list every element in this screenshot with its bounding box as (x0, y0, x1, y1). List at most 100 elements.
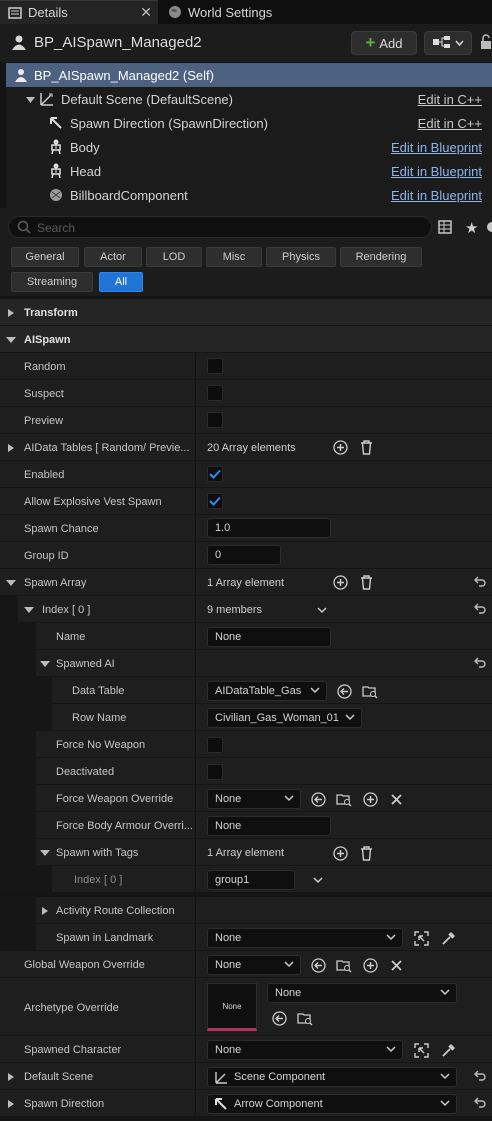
collapse-arrow-icon[interactable] (6, 578, 16, 588)
expand-arrow-icon[interactable] (6, 1072, 16, 1082)
expand-arrow-icon[interactable] (6, 1099, 16, 1109)
details-icon (8, 6, 22, 20)
row-name-dropdown[interactable]: Civilian_Gas_Woman_01 (207, 708, 362, 728)
expand-arrow-icon[interactable] (6, 443, 16, 453)
collapse-arrow-icon[interactable] (40, 848, 50, 858)
data-table-dropdown[interactable]: AIDataTable_Gas (207, 681, 327, 701)
add-button[interactable]: + Add (351, 31, 417, 55)
component-row-billboard[interactable]: BillboardComponent Edit in Blueprint (6, 183, 492, 207)
edit-blueprint-link[interactable]: Edit in Blueprint (391, 188, 482, 203)
reset-to-default-icon[interactable] (474, 1097, 486, 1111)
browse-folder-icon[interactable] (297, 1010, 313, 1026)
filter-physics[interactable]: Physics (266, 247, 336, 267)
filter-all[interactable]: All (99, 272, 143, 292)
property-index-0: Index [ 0 ] 9 members (0, 596, 492, 623)
eyedropper-icon[interactable] (440, 930, 456, 946)
edit-cpp-link[interactable]: Edit in C++ (418, 116, 482, 131)
use-selected-icon[interactable] (310, 957, 326, 973)
filter-general[interactable]: General (11, 247, 79, 267)
filter-actor[interactable]: Actor (84, 247, 142, 267)
blueprint-options-button[interactable] (424, 31, 472, 55)
delete-icon[interactable] (358, 574, 374, 590)
use-selected-icon[interactable] (336, 683, 352, 699)
global-weapon-dropdown[interactable]: None (207, 955, 301, 975)
component-row-spawn-direction[interactable]: Spawn Direction (SpawnDirection) Edit in… (6, 111, 492, 135)
enabled-checkbox[interactable] (207, 466, 223, 482)
spawn-chance-field[interactable]: 1.0 (207, 518, 331, 538)
group-id-field[interactable]: 0 (207, 545, 281, 565)
select-actor-icon[interactable] (413, 1042, 429, 1058)
add-element-icon[interactable] (332, 439, 348, 455)
random-checkbox[interactable] (207, 358, 223, 374)
expand-arrow-icon[interactable] (40, 906, 50, 916)
favorite-star-icon[interactable]: ★ (465, 219, 478, 237)
delete-icon[interactable] (358, 845, 374, 861)
spawn-direction-dropdown[interactable]: Arrow Component (207, 1094, 457, 1114)
property-aidata-tables: AIData Tables [ Random/ Previe... 20 Arr… (0, 434, 492, 461)
section-aispawn[interactable]: AISpawn (0, 326, 492, 353)
tag-field[interactable]: group1 (207, 870, 295, 890)
clear-icon[interactable] (388, 957, 404, 973)
collapse-arrow-icon[interactable] (40, 659, 50, 669)
table-view-icon[interactable] (438, 220, 452, 237)
reset-to-default-icon[interactable] (474, 576, 486, 590)
edit-blueprint-link[interactable]: Edit in Blueprint (391, 164, 482, 179)
select-actor-icon[interactable] (413, 930, 429, 946)
landmark-dropdown[interactable]: None (207, 928, 403, 948)
chevron-down-icon[interactable] (314, 602, 330, 618)
property-allow-explosive-vest: Allow Explosive Vest Spawn (0, 488, 492, 515)
filter-lod[interactable]: LOD (146, 247, 202, 267)
browse-folder-icon[interactable] (362, 683, 378, 699)
force-weapon-dropdown[interactable]: None (207, 789, 301, 809)
browse-folder-icon[interactable] (336, 957, 352, 973)
lock-icon[interactable] (480, 34, 492, 53)
filter-rendering[interactable]: Rendering (340, 247, 422, 267)
filter-misc[interactable]: Misc (206, 247, 262, 267)
add-icon[interactable] (362, 957, 378, 973)
tab-details[interactable]: Details ✕ (0, 0, 158, 24)
vest-checkbox[interactable] (207, 493, 223, 509)
collapse-arrow-icon[interactable] (24, 605, 34, 615)
edit-blueprint-link[interactable]: Edit in Blueprint (391, 140, 482, 155)
chevron-down-icon[interactable] (310, 872, 326, 888)
expand-arrow-icon[interactable] (26, 92, 35, 107)
archetype-dropdown[interactable]: None (267, 983, 457, 1003)
section-transform[interactable]: Transform (0, 299, 492, 326)
add-element-icon[interactable] (332, 574, 348, 590)
browse-folder-icon[interactable] (336, 791, 352, 807)
skeleton-icon (48, 139, 64, 155)
asset-thumbnail[interactable]: None (207, 983, 257, 1031)
reset-to-default-icon[interactable] (474, 1070, 486, 1084)
search-input[interactable]: Search (8, 216, 432, 238)
expand-arrow-icon[interactable] (6, 308, 16, 318)
reset-to-default-icon[interactable] (474, 603, 486, 617)
component-row-self[interactable]: BP_AISpawn_Managed2 (Self) (6, 63, 492, 87)
reset-to-default-icon[interactable] (474, 657, 486, 671)
collapse-arrow-icon[interactable] (6, 335, 16, 345)
component-row-body[interactable]: Body Edit in Blueprint (6, 135, 492, 159)
component-row-head[interactable]: Head Edit in Blueprint (6, 159, 492, 183)
default-scene-dropdown[interactable]: Scene Component (207, 1067, 457, 1087)
clear-icon[interactable] (388, 791, 404, 807)
add-element-icon[interactable] (332, 845, 348, 861)
arrow-icon (214, 1097, 228, 1111)
settings-gear-icon[interactable] (484, 220, 492, 237)
spawned-character-dropdown[interactable]: None (207, 1040, 403, 1060)
eyedropper-icon[interactable] (440, 1042, 456, 1058)
use-selected-icon[interactable] (310, 791, 326, 807)
delete-icon[interactable] (358, 439, 374, 455)
edit-cpp-link[interactable]: Edit in C++ (418, 92, 482, 107)
filter-streaming[interactable]: Streaming (11, 272, 93, 292)
close-icon[interactable]: ✕ (140, 4, 152, 21)
use-selected-icon[interactable] (271, 1010, 287, 1026)
component-row-default-scene[interactable]: Default Scene (DefaultScene) Edit in C++ (6, 87, 492, 111)
tab-world-settings[interactable]: World Settings (160, 0, 320, 24)
force-armour-field[interactable]: None (207, 816, 331, 836)
suspect-checkbox[interactable] (207, 385, 223, 401)
deactivated-checkbox[interactable] (207, 764, 223, 780)
blueprint-icon (14, 67, 28, 83)
force-no-weapon-checkbox[interactable] (207, 737, 223, 753)
name-field[interactable]: None (207, 627, 331, 647)
add-icon[interactable] (362, 791, 378, 807)
preview-checkbox[interactable] (207, 412, 223, 428)
